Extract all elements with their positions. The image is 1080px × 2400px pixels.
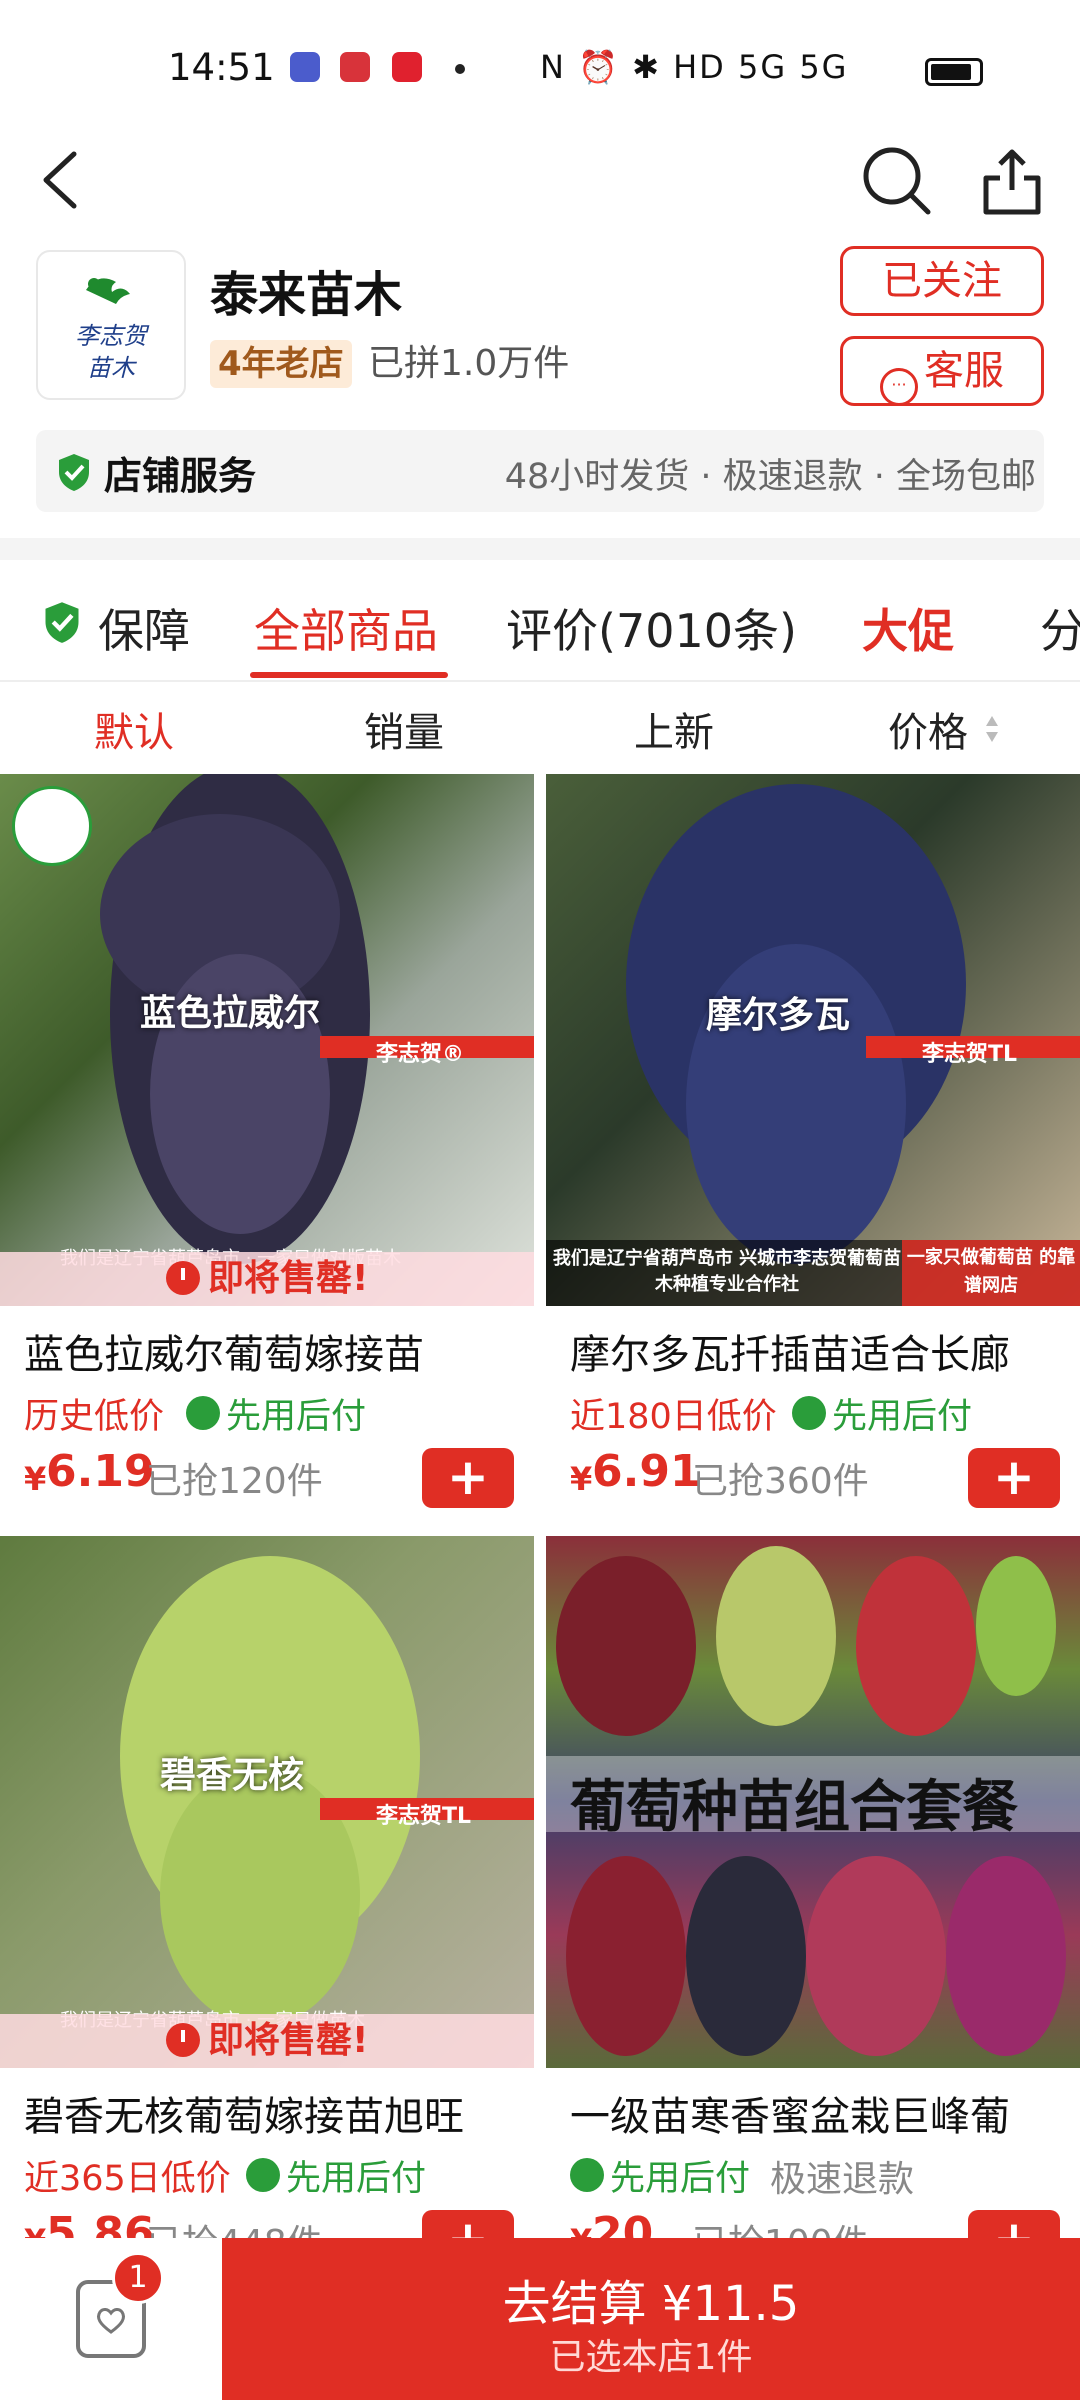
tab-guarantee[interactable]: 保障: [98, 595, 190, 661]
follow-button-label: 已关注: [882, 258, 1002, 304]
product-card[interactable]: 蓝色拉威尔 李志贺® 我们是辽宁省葫芦岛市 · 一家只做对版苗木 即将售罄! 蓝…: [0, 774, 534, 1524]
sort-default[interactable]: 默认: [94, 700, 174, 758]
price-tag: 近180日低价: [570, 1397, 777, 1437]
store-service-title: 店铺服务: [104, 454, 257, 498]
product-image[interactable]: 蓝色拉威尔 李志贺® 我们是辽宁省葫芦岛市 · 一家只做对版苗木 即将售罄!: [0, 774, 534, 1306]
active-tab-indicator: [250, 672, 448, 678]
status-bar: 14:51 N ⏰ ✱ HD 5G 5G: [0, 0, 1080, 120]
product-card[interactable]: 碧香无核 李志贺TL 我们是辽宁省葫芦岛市 · 一家只做苗木 即将售罄! 碧香无…: [0, 1536, 534, 2270]
image-variety-label: 蓝色拉威尔: [140, 993, 321, 1034]
search-icon[interactable]: [856, 140, 936, 220]
sellout-text: 即将售罄!: [208, 2020, 369, 2061]
pay-later-label: 先用后付: [610, 2159, 751, 2199]
clock-icon: [166, 1261, 200, 1295]
pay-later-icon: [570, 2158, 604, 2192]
brand-avatar: [12, 786, 92, 866]
product-card[interactable]: 葡萄种苗组合套餐 一级苗寒香蜜盆栽巨峰葡 先用后付 极速退款 ¥ 20 已抢10…: [546, 1536, 1080, 2270]
image-brand-tag: 李志贺®: [320, 1036, 534, 1067]
tab-reviews[interactable]: 评价(7010条): [506, 595, 797, 661]
pay-later-icon: [246, 2158, 280, 2192]
image-brand-tag: 李志贺TL: [866, 1036, 1080, 1067]
tab-promotion[interactable]: 大促: [862, 595, 954, 661]
checkout-button[interactable]: 去结算 ¥11.5 已选本店1件: [222, 2238, 1080, 2400]
sold-count: 已抢120件: [146, 1461, 323, 1502]
logo-text: 李志贺: [75, 322, 150, 350]
product-title: 碧香无核葡萄嫁接苗旭旺: [24, 2094, 464, 2140]
image-variety-label: 葡萄种苗组合套餐: [570, 1775, 1018, 1840]
fast-refund-label: 极速退款: [770, 2159, 915, 2200]
sort-sales[interactable]: 销量: [364, 700, 444, 758]
shop-name: 泰来苗木: [210, 267, 403, 323]
store-service-desc: 48小时发货 · 极速退款 · 全场包邮: [504, 457, 1036, 497]
image-brand-tag: 李志贺TL: [320, 1798, 534, 1829]
price-tag: 历史低价: [24, 1397, 165, 1437]
product-price: 6.91: [592, 1446, 701, 1497]
back-icon[interactable]: [22, 140, 102, 220]
customer-service-button[interactable]: ··· 客服: [840, 336, 1044, 406]
app-notification-icon: [290, 52, 320, 82]
product-image[interactable]: 碧香无核 李志贺TL 我们是辽宁省葫芦岛市 · 一家只做苗木 即将售罄!: [0, 1536, 534, 2068]
clock-icon: [166, 2023, 200, 2057]
more-notifications-dot-icon: [455, 64, 465, 74]
sellout-banner: 即将售罄!: [0, 1252, 534, 1306]
checkout-label: 去结算 ¥11.5: [502, 2276, 800, 2332]
product-title: 一级苗寒香蜜盆栽巨峰葡: [570, 2094, 1010, 2140]
shop-logo[interactable]: 李志贺 苗木: [36, 250, 186, 400]
tab-category[interactable]: 分: [1040, 595, 1080, 661]
pay-later-label: 先用后付: [832, 1397, 973, 1437]
sellout-text: 即将售罄!: [208, 1258, 369, 1299]
shield-check-icon: [42, 600, 82, 644]
product-image[interactable]: 摩尔多瓦 李志贺TL 我们是辽宁省葫芦岛市 兴城市李志贺葡萄苗木种植专业合作社 …: [546, 774, 1080, 1306]
add-to-cart-button[interactable]: +: [422, 1448, 514, 1508]
product-image[interactable]: 葡萄种苗组合套餐: [546, 1536, 1080, 2068]
product-title: 摩尔多瓦扦插苗适合长廊: [570, 1332, 1010, 1378]
image-variety-label: 摩尔多瓦: [706, 995, 851, 1036]
image-footer-right: 一家只做葡萄苗 的靠谱网店: [902, 1240, 1080, 1306]
svg-text:苗木: 苗木: [87, 354, 137, 382]
app-notification-icon: [392, 52, 422, 82]
sort-newest[interactable]: 上新: [634, 700, 714, 758]
price-symbol: ¥: [24, 1460, 47, 1498]
follow-button[interactable]: 已关注: [840, 246, 1044, 316]
tab-all-products[interactable]: 全部商品: [254, 595, 438, 661]
price-tag: 近365日低价: [24, 2159, 231, 2199]
checkout-selected-count: 已选本店1件: [549, 2337, 753, 2378]
price-symbol: ¥: [570, 1460, 593, 1498]
image-variety-label: 碧香无核: [160, 1755, 305, 1796]
product-price: 6.19: [46, 1446, 155, 1497]
product-title: 蓝色拉威尔葡萄嫁接苗: [24, 1332, 424, 1378]
section-divider: [0, 538, 1080, 560]
shop-sold-count: 已拼1.0万件: [368, 343, 570, 384]
shield-check-icon: [56, 452, 92, 492]
sort-arrows-icon: [984, 712, 1000, 750]
pay-later-icon: [186, 1396, 220, 1430]
tab-divider: [0, 680, 1080, 682]
pay-later-label: 先用后付: [286, 2159, 427, 2199]
add-to-cart-button[interactable]: +: [968, 1448, 1060, 1508]
sellout-banner: 即将售罄!: [0, 2014, 534, 2068]
chat-icon: ···: [880, 368, 918, 406]
shop-age-badge: 4年老店: [210, 340, 352, 388]
sold-count: 已抢360件: [692, 1461, 869, 1502]
product-card[interactable]: 摩尔多瓦 李志贺TL 我们是辽宁省葫芦岛市 兴城市李志贺葡萄苗木种植专业合作社 …: [546, 774, 1080, 1524]
pay-later-icon: [792, 1396, 826, 1430]
pay-later-label: 先用后付: [226, 1397, 367, 1437]
sort-price[interactable]: 价格: [888, 700, 968, 758]
image-footer-text: 我们是辽宁省葫芦岛市 兴城市李志贺葡萄苗木种植专业合作社: [552, 1248, 902, 1295]
cart-count-badge: 1: [112, 2252, 164, 2304]
battery-icon: [925, 58, 983, 86]
share-icon[interactable]: [972, 140, 1052, 220]
status-time: 14:51: [168, 46, 275, 89]
status-indicators: N ⏰ ✱ HD 5G 5G: [540, 48, 849, 86]
customer-service-label: 客服: [924, 348, 1004, 394]
app-notification-icon: [340, 52, 370, 82]
